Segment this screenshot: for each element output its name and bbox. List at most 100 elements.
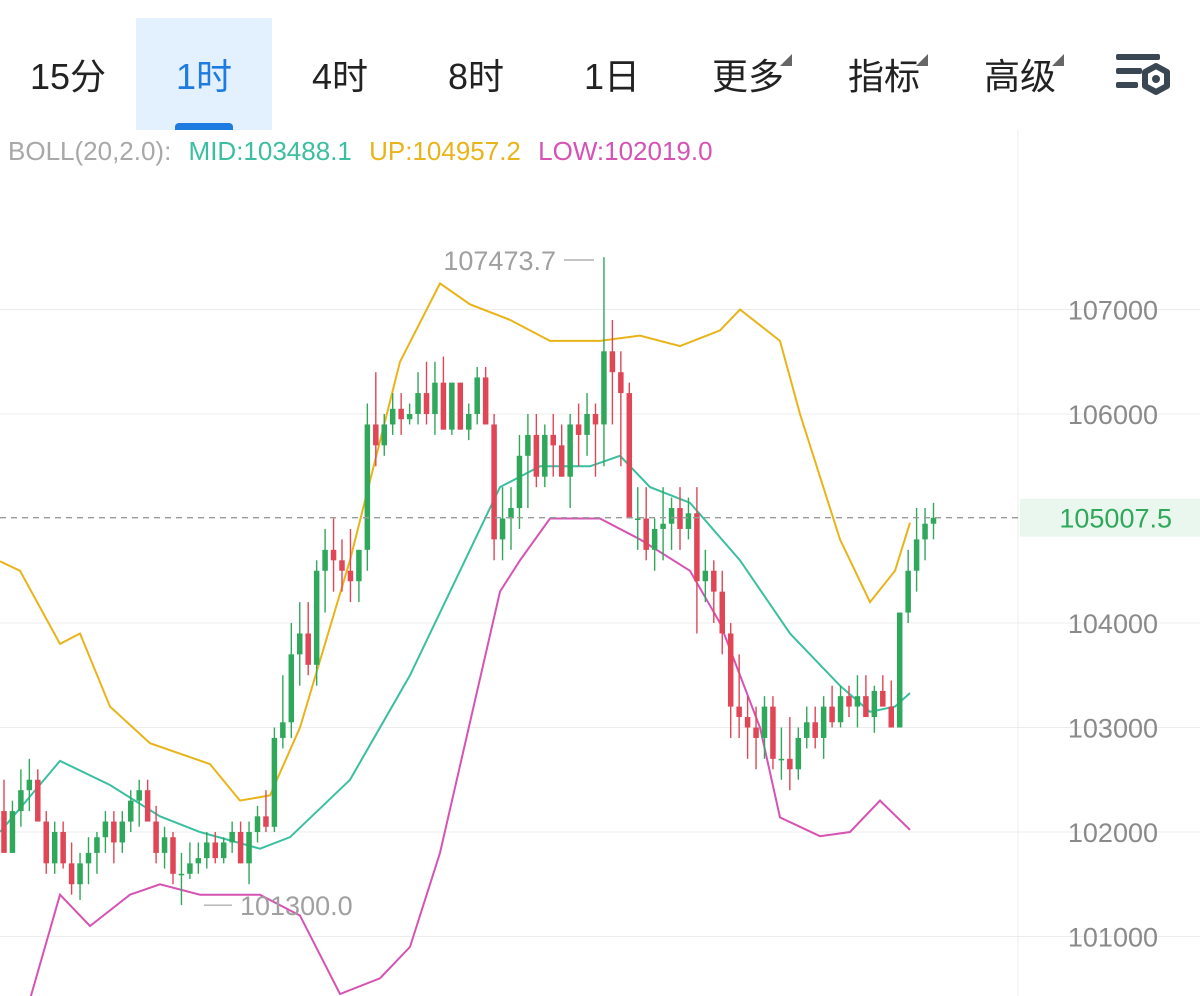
candle-body bbox=[280, 722, 286, 738]
candle-body bbox=[558, 445, 565, 477]
candle-body bbox=[381, 424, 387, 446]
candle-body bbox=[1, 811, 7, 853]
candle-body bbox=[398, 408, 404, 420]
candle-body bbox=[871, 690, 878, 718]
candle-body bbox=[466, 414, 472, 430]
candle-body bbox=[863, 696, 869, 718]
tab-1d[interactable]: 1日 bbox=[544, 18, 680, 130]
tab-indicators[interactable]: 指标 bbox=[816, 18, 952, 130]
candle-body bbox=[356, 549, 362, 582]
low-price-label: 101300.0 bbox=[240, 891, 353, 921]
candle-body bbox=[26, 779, 33, 791]
candle-body bbox=[854, 696, 861, 707]
candle-body bbox=[111, 821, 117, 843]
candle-body bbox=[770, 706, 776, 759]
tab-8h[interactable]: 8时 bbox=[408, 18, 544, 130]
candle-body bbox=[702, 570, 709, 582]
candle-body bbox=[170, 837, 176, 874]
candle-body bbox=[153, 821, 159, 853]
candle-body bbox=[829, 706, 835, 723]
active-tab-indicator bbox=[175, 123, 233, 130]
candle-body bbox=[220, 842, 227, 859]
candle-body bbox=[305, 633, 311, 665]
candle-body bbox=[144, 790, 151, 822]
candle-body bbox=[330, 549, 337, 561]
candle-body bbox=[913, 539, 920, 571]
candle-body bbox=[727, 633, 734, 707]
candle-body bbox=[229, 832, 235, 843]
candle-body bbox=[694, 513, 700, 582]
candle-body bbox=[178, 873, 185, 876]
candle-body bbox=[457, 382, 464, 430]
candle-body bbox=[516, 455, 523, 509]
candle-body bbox=[643, 518, 649, 550]
candle-body bbox=[35, 779, 41, 822]
candle-body bbox=[812, 722, 818, 738]
candlestick-chart[interactable]: 107000 106000 104000 103000 102000 101000 1050… bbox=[0, 130, 1200, 996]
candle-body bbox=[68, 863, 75, 885]
dropdown-caret-icon bbox=[1052, 54, 1064, 66]
tab-label: 指标 bbox=[848, 48, 928, 100]
y-tick-label: 103000 bbox=[1068, 714, 1158, 744]
tab-label: 更多 bbox=[712, 48, 792, 100]
candle-body bbox=[651, 528, 658, 550]
candle-body bbox=[204, 842, 210, 859]
candle-body bbox=[474, 377, 480, 414]
candle-body bbox=[94, 837, 100, 853]
candle-body bbox=[440, 382, 447, 430]
tab-label: 高级 bbox=[984, 48, 1064, 100]
tab-advanced[interactable]: 高级 bbox=[952, 18, 1088, 130]
candle-body bbox=[787, 758, 793, 770]
candle-body bbox=[432, 382, 438, 414]
candle-body bbox=[508, 508, 514, 519]
candle-body bbox=[373, 424, 379, 446]
candle-body bbox=[550, 434, 556, 446]
candle-body bbox=[51, 832, 58, 864]
candle-body bbox=[297, 633, 303, 655]
tab-more[interactable]: 更多 bbox=[680, 18, 816, 130]
candle-body bbox=[592, 414, 599, 425]
candle-body bbox=[482, 377, 489, 425]
candle-body bbox=[660, 523, 666, 529]
candle-body bbox=[880, 690, 886, 707]
candle-body bbox=[609, 351, 616, 373]
candle-body bbox=[575, 424, 582, 435]
tab-label: 1时 bbox=[175, 56, 233, 97]
candle-body bbox=[60, 832, 66, 864]
y-tick-label: 101000 bbox=[1068, 923, 1158, 953]
candle-body bbox=[922, 523, 928, 540]
candle-body bbox=[449, 382, 455, 430]
tab-15m[interactable]: 15分 bbox=[0, 18, 136, 130]
y-tick-label: 107000 bbox=[1068, 296, 1158, 326]
candle-body bbox=[322, 549, 328, 571]
candle-body bbox=[719, 591, 725, 634]
candle-body bbox=[711, 570, 717, 592]
candle-body bbox=[525, 434, 531, 456]
tab-label: 1日 bbox=[583, 56, 641, 97]
tab-4h[interactable]: 4时 bbox=[272, 18, 408, 130]
candle-body bbox=[491, 424, 497, 540]
candle-body bbox=[187, 863, 193, 874]
chart-settings-icon[interactable] bbox=[1112, 48, 1174, 100]
candle-body bbox=[18, 790, 24, 812]
candle-body bbox=[347, 570, 354, 582]
candle-body bbox=[364, 424, 371, 550]
candle-body bbox=[888, 706, 894, 728]
candle-body bbox=[254, 816, 261, 832]
candle-body bbox=[820, 706, 827, 738]
candle-body bbox=[415, 393, 421, 414]
candle-body bbox=[626, 393, 633, 519]
candle-body bbox=[635, 518, 641, 520]
tab-1h[interactable]: 1时 bbox=[136, 18, 272, 130]
candle-body bbox=[271, 737, 278, 827]
candle-body bbox=[930, 517, 937, 524]
y-tick-label: 102000 bbox=[1068, 818, 1158, 848]
timeframe-toolbar: 15分 1时 4时 8时 1日 更多 指标 高级 bbox=[0, 0, 1200, 130]
tab-label: 4时 bbox=[311, 56, 369, 97]
candle-body bbox=[618, 372, 624, 394]
candle-body bbox=[668, 508, 675, 524]
high-price-label: 107473.7 bbox=[443, 246, 556, 276]
candle-body bbox=[136, 790, 142, 801]
candle-body bbox=[905, 570, 911, 613]
current-price-label: 105007.5 bbox=[1059, 504, 1172, 534]
